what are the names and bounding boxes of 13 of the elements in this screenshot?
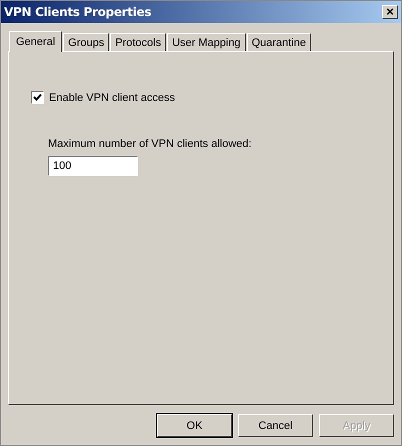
- tab[interactable]: Groups: [63, 33, 110, 51]
- window-title: VPN Clients Properties: [4, 5, 152, 19]
- tab[interactable]: Protocols: [110, 33, 166, 51]
- dialog-button[interactable]: OK: [157, 414, 232, 437]
- tab[interactable]: Quarantine: [246, 33, 311, 51]
- tab[interactable]: General: [9, 31, 62, 52]
- checkbox[interactable]: [31, 91, 44, 104]
- close-button[interactable]: ×: [382, 5, 398, 19]
- tab[interactable]: User Mapping: [167, 33, 246, 51]
- input-field[interactable]: 100: [48, 156, 138, 176]
- checkbox-label: Enable VPN client access: [49, 92, 175, 104]
- field-label: Maximum number of VPN clients allowed:: [48, 138, 253, 150]
- dialog-button[interactable]: Cancel: [238, 414, 313, 437]
